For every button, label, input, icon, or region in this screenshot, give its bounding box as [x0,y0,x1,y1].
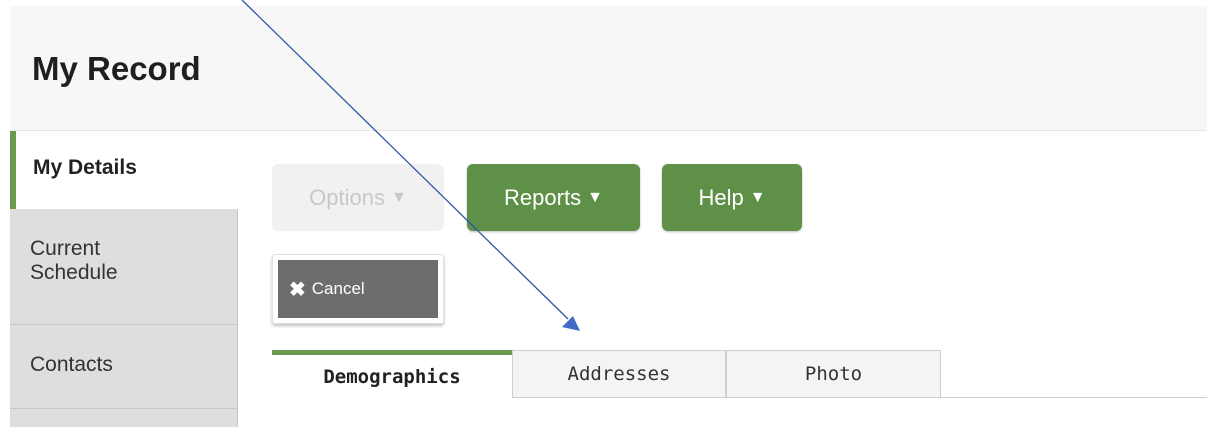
cancel-button-face[interactable]: ✖ Cancel [278,260,438,318]
sidebar-item-label-line2: Schedule [30,261,118,284]
tab-label: Demographics [323,366,461,388]
sidebar: My Details Current Schedule Contacts [10,131,238,427]
tab-label: Photo [804,363,863,385]
chevron-down-icon: ▼ [749,188,766,206]
cancel-button[interactable]: ✖ Cancel [272,254,444,324]
page-title: My Record [32,50,201,87]
chevron-down-icon: ▼ [390,188,407,206]
close-icon: ✖ [289,278,306,301]
sidebar-item-next[interactable] [10,409,238,427]
sidebar-item-contacts[interactable]: Contacts [10,325,238,409]
sidebar-item-current-schedule[interactable]: Current Schedule [10,209,238,325]
tab-label: Addresses [567,363,671,385]
sidebar-item-label-line1: Current [30,237,101,260]
options-button-label: Options [309,184,385,210]
tab-photo[interactable]: Photo [726,350,941,398]
tab-addresses[interactable]: Addresses [512,350,726,398]
annotation-arrow-head [562,316,580,331]
chevron-down-icon: ▼ [587,188,603,206]
cancel-button-label: Cancel [311,279,365,298]
sidebar-item-label: Contacts [30,353,113,376]
sidebar-item-label: My Details [33,156,137,179]
reports-button[interactable]: Reports ▼ [467,164,640,231]
help-button[interactable]: Help ▼ [662,164,802,231]
sidebar-item-my-details[interactable]: My Details [10,131,238,209]
options-button[interactable]: Options ▼ [272,164,444,231]
reports-button-label: Reports [504,184,582,210]
tab-demographics[interactable]: Demographics [272,350,512,399]
help-button-label: Help [698,184,744,210]
page-header: My Record [10,6,1207,131]
